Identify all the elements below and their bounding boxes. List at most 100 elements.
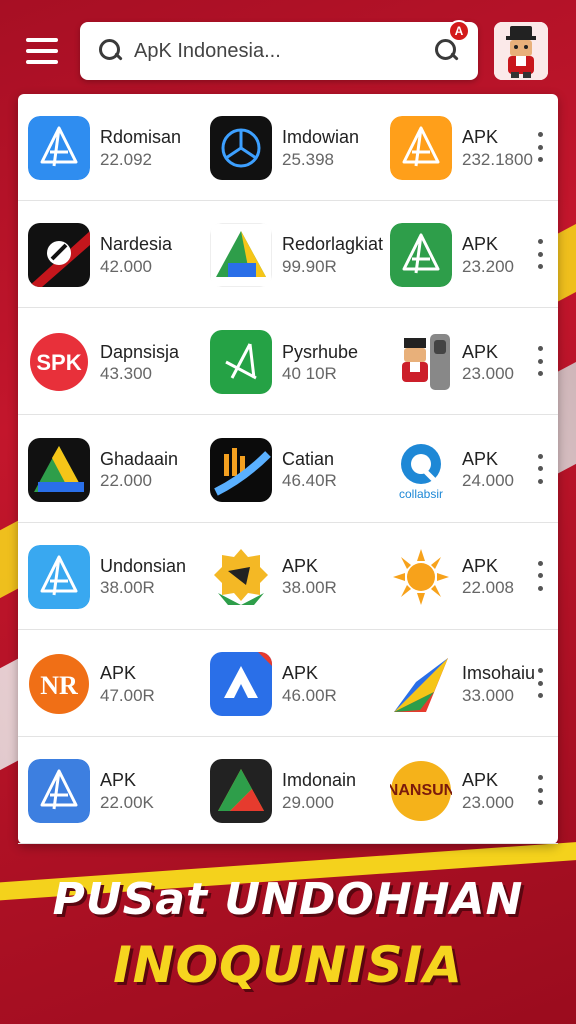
app-item[interactable]: collabsir APK 24.000 [390,437,514,502]
app-item[interactable]: APK 23.000 [390,330,514,394]
app-value: 22.092 [100,149,152,169]
app-name: APK [462,127,499,148]
app-name: APK [462,555,499,576]
app-value: 23.000 [462,792,514,812]
app-value: 99.90R [282,256,337,276]
app-name: APK [282,555,319,576]
app-text: Rdomisan 22.092 [100,126,181,170]
more-options-icon[interactable] [536,668,544,698]
app-item[interactable]: Ghadaain 22.000 [28,437,179,502]
app-name: Rdomisan [100,127,182,148]
triangle-drive-icon [210,223,272,288]
app-value: 38.00R [100,578,155,598]
apk-store-lightblue-icon [28,544,90,609]
app-item[interactable]: Imdowian 25.398 [210,116,359,180]
app-name: APK [100,663,137,684]
search-submit-icon[interactable] [434,38,460,64]
app-item[interactable]: NR APK 47.00R [28,652,155,716]
app-value: 22.000 [100,471,152,491]
app-text: APK 46.00R [282,662,337,706]
search-icon[interactable] [98,38,124,64]
app-name: Ghadaain [100,448,179,469]
avatar[interactable] [494,22,548,80]
app-item[interactable]: SPK Dapnsisja 43.300 [28,330,180,395]
app-value: 25.398 [282,149,334,169]
app-text: Catian 46.40R [282,448,337,492]
app-item[interactable]: APK 22.00K [28,759,154,824]
more-options-icon[interactable] [536,775,544,806]
app-text: APK 232.1800 [462,126,533,170]
apk-store-green-icon [390,223,452,288]
app-name: APK [462,770,499,791]
app-text: Nardesia 42.000 [100,233,172,277]
app-value: 47.00R [100,685,155,705]
app-value: 23.000 [462,364,514,384]
app-item[interactable]: Redorlagkiat 99.90R [210,223,383,288]
drive-triangle-icon [210,759,272,824]
app-text: Imdowian 25.398 [282,126,359,170]
app-name: Dapnsisja [100,341,180,362]
list-row: SPK Dapnsisja 43.300 Pysrhube 40 10R APK 23.00… [18,308,558,416]
app-name: Nardesia [100,234,173,255]
app-value: 42.000 [100,256,152,276]
app-item[interactable]: Nardesia 42.000 [28,223,172,288]
colorful-paper-plane-icon [390,652,452,716]
gear-badge-icon [210,545,272,609]
search-bar[interactable]: A [80,20,478,80]
red-black-logo-icon [28,223,90,288]
footer-title: PUSat UNDOHHAN [52,874,524,925]
chart-swoosh-icon [210,437,272,502]
app-name: Imdowian [282,127,360,148]
app-text: APK 38.00R [282,555,337,599]
more-options-icon[interactable] [536,132,544,162]
app-name: APK [462,341,499,362]
app-text: APK 47.00R [100,662,155,706]
app-value: 38.00R [282,578,337,598]
app-name: Undonsian [100,555,187,576]
list-row: Nardesia 42.000 Redorlagkiat 99.90R APK 23.20… [18,201,558,309]
app-item[interactable]: Rdomisan 22.092 [28,116,181,180]
app-value: 46.00R [282,685,337,705]
app-item[interactable]: APK 232.1800 [390,116,533,180]
app-item[interactable]: APK 22.008 [390,545,514,609]
app-item[interactable]: NANSUN APK 23.000 [390,759,514,823]
app-text: Imdonain 29.000 [282,769,356,813]
app-value: 22.008 [462,578,514,598]
app-name: APK [462,448,499,469]
app-name: Imdonain [282,770,357,791]
footer-subtitle: INOQUNISIA [113,936,463,994]
app-value: 29.000 [282,792,334,812]
app-value: 23.200 [462,256,514,276]
list-row: Rdomisan 22.092 Imdowian 25.398 APK 232.1800 [18,94,558,201]
more-options-icon[interactable] [536,346,544,377]
app-item[interactable]: APK 23.200 [390,223,514,288]
app-item[interactable]: APK 46.00R [210,652,337,716]
app-item[interactable]: Imdonain 29.000 [210,759,356,824]
more-options-icon[interactable] [536,453,544,484]
app-name: APK [462,234,499,255]
notification-badge[interactable]: A [448,20,470,42]
apk-store-orange-icon [390,116,452,180]
apk-store-blue-icon [28,116,90,180]
list-row: NR APK 47.00R APK 46.00R Imsohaiu 33.000 [18,630,558,737]
app-name: APK [282,663,319,684]
app-value: 33.000 [462,685,514,705]
more-options-icon[interactable] [536,560,544,591]
search-input[interactable] [134,39,434,63]
hamburger-menu-icon[interactable] [26,38,58,64]
blue-a-logo-icon [210,652,272,716]
dark-circle-logo-icon [210,116,272,180]
app-text: APK 23.000 [462,769,514,813]
app-name: Imsohaiu [462,663,536,684]
app-item[interactable]: Undonsian 38.00R [28,544,187,609]
app-item[interactable]: Imsohaiu 33.000 [390,652,535,716]
app-text: APK 22.008 [462,555,514,599]
app-name: Catian [282,448,335,469]
more-options-icon[interactable] [536,239,544,270]
app-value: 43.300 [100,364,152,384]
app-text: Pysrhube 40 10R [282,341,358,385]
app-item[interactable]: Pysrhube 40 10R [210,330,358,395]
sun-icon [390,545,452,609]
app-item[interactable]: APK 38.00R [210,545,337,609]
app-item[interactable]: Catian 46.40R [210,437,337,502]
